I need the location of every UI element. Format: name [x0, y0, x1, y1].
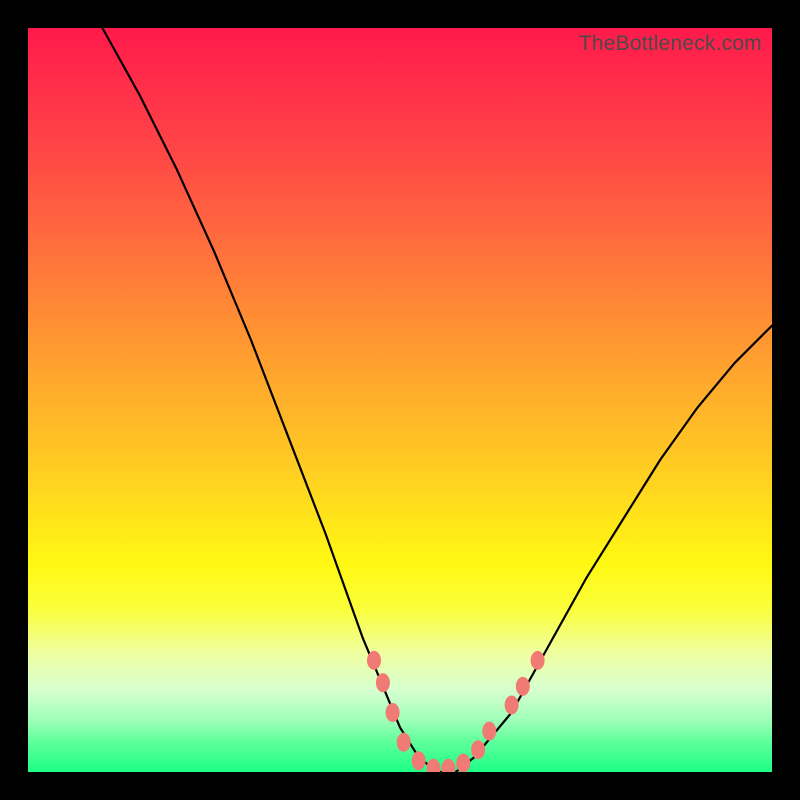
bottleneck-curve-svg: [28, 28, 772, 772]
curve-bead: [505, 696, 518, 714]
curve-bead: [412, 752, 425, 770]
curve-bead: [516, 677, 529, 695]
chart-frame: TheBottleneck.com: [0, 0, 800, 800]
curve-beads: [368, 651, 545, 772]
curve-bead: [457, 754, 470, 772]
curve-bead: [483, 722, 496, 740]
curve-bead: [442, 759, 455, 772]
bottleneck-curve-line: [102, 28, 772, 772]
curve-bead: [427, 759, 440, 772]
curve-bead: [376, 674, 389, 692]
curve-bead: [386, 704, 399, 722]
curve-bead: [397, 733, 410, 751]
curve-bead: [368, 651, 381, 669]
plot-area: TheBottleneck.com: [28, 28, 772, 772]
curve-bead: [472, 741, 485, 759]
curve-bead: [531, 651, 544, 669]
